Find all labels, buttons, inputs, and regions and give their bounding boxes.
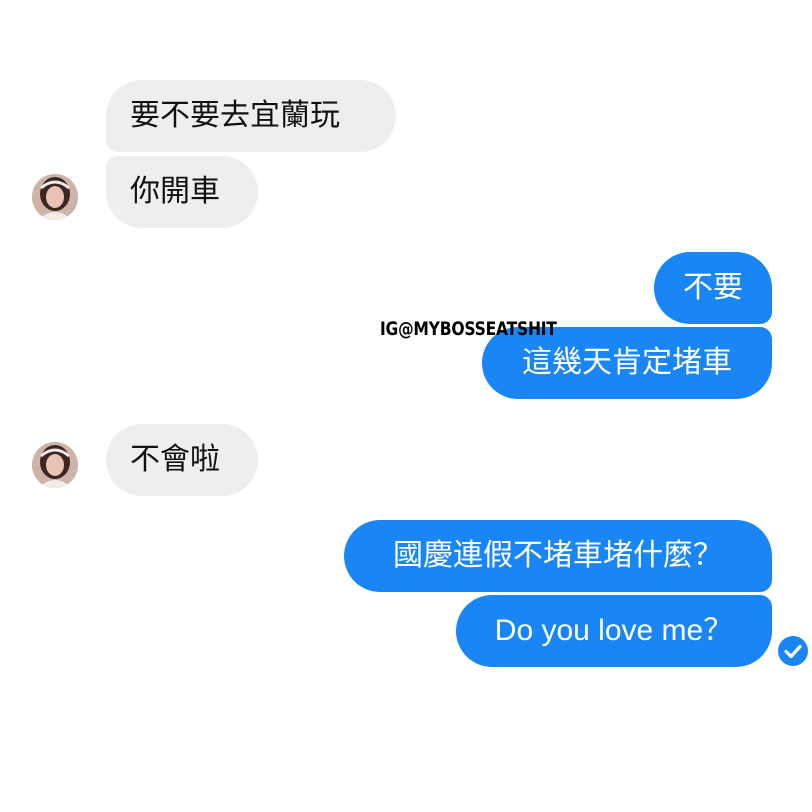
message-text: 國慶連假不堵車堵什麼？: [393, 538, 723, 573]
check-circle-icon: [778, 636, 808, 666]
received-message-3[interactable]: 不會啦: [106, 424, 258, 496]
sent-message-3[interactable]: 國慶連假不堵車堵什麼？: [344, 520, 772, 592]
message-text: 不要: [683, 270, 743, 305]
watermark: IG@MYBOSSEATSHIT: [380, 318, 557, 340]
received-message-2[interactable]: 你開車: [106, 156, 258, 228]
message-text: 你開車: [130, 174, 220, 209]
message-text: 不會啦: [130, 442, 220, 477]
message-text: Do you love me？: [494, 614, 734, 647]
sent-message-4[interactable]: Do you love me？: [456, 595, 772, 667]
message-text: 這幾天肯定堵車: [522, 345, 732, 380]
sent-message-1[interactable]: 不要: [654, 252, 772, 324]
message-text: 要不要去宜蘭玩: [130, 98, 340, 133]
contact-avatar-icon[interactable]: [32, 442, 78, 488]
contact-avatar-icon[interactable]: [32, 174, 78, 220]
received-message-1[interactable]: 要不要去宜蘭玩: [106, 80, 396, 152]
